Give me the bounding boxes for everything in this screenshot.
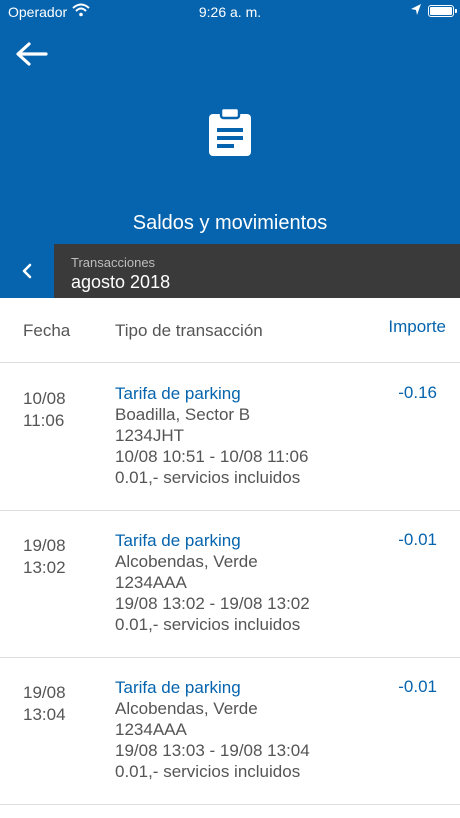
back-arrow-icon[interactable] [14, 40, 50, 68]
transaction-datetime: 10/08 11:06 [23, 388, 66, 432]
transaction-row[interactable]: 19/08 13:04 Tarifa de parking Alcobendas… [0, 658, 460, 805]
transaction-period: 19/08 13:02 - 19/08 13:02 [115, 594, 310, 613]
transaction-time: 11:06 [23, 411, 65, 430]
transaction-fee: 0.01,- servicios incluidos [115, 615, 301, 634]
column-importe-sort[interactable]: Importe [388, 317, 446, 337]
transaction-period: 19/08 13:03 - 19/08 13:04 [115, 741, 310, 760]
transaction-location: Boadilla, Sector B [115, 405, 251, 424]
table-header: Fecha Tipo de transacción Importe [0, 298, 460, 363]
page-title: Saldos y movimientos [132, 212, 328, 234]
transaction-type: Tarifa de parking [115, 678, 241, 697]
transaction-row[interactable]: 10/08 11:06 Tarifa de parking Boadilla, … [0, 364, 460, 511]
column-tipo: Tipo de transacción [115, 321, 263, 340]
transaction-period: 10/08 10:51 - 10/08 11:06 [115, 447, 309, 466]
transaction-date: 19/08 [23, 683, 66, 702]
transaction-plate: 1234AAA [115, 573, 187, 592]
transaction-type: Tarifa de parking [115, 531, 241, 550]
battery-icon [428, 5, 457, 17]
transaction-date: 10/08 [23, 389, 66, 408]
transaction-details: Tarifa de parking Alcobendas, Verde 1234… [115, 677, 310, 782]
period-display: Transacciones agosto 2018 [54, 244, 460, 298]
transaction-location: Alcobendas, Verde [115, 552, 258, 571]
clipboard-icon [207, 106, 253, 158]
period-value: agosto 2018 [71, 272, 171, 292]
transaction-details: Tarifa de parking Alcobendas, Verde 1234… [115, 530, 310, 635]
column-fecha: Fecha [23, 321, 71, 340]
transaction-fee: 0.01,- servicios incluidos [115, 762, 301, 781]
transaction-plate: 1234JHT [115, 426, 184, 445]
transaction-amount: -0.01 [398, 677, 437, 696]
transaction-details: Tarifa de parking Boadilla, Sector B 123… [115, 383, 308, 488]
chevron-left-icon [22, 263, 32, 279]
transaction-time: 13:02 [23, 558, 66, 577]
location-arrow-icon [410, 3, 422, 20]
period-selector: Transacciones agosto 2018 [0, 244, 460, 298]
transaction-plate: 1234AAA [115, 720, 187, 739]
transaction-type: Tarifa de parking [115, 384, 241, 403]
transaction-row[interactable]: 19/08 13:02 Tarifa de parking Alcobendas… [0, 511, 460, 658]
transaction-fee: 0.01,- servicios incluidos [115, 468, 301, 487]
transaction-amount: -0.01 [398, 530, 437, 549]
transaction-location: Alcobendas, Verde [115, 699, 258, 718]
page-header: Saldos y movimientos [0, 24, 460, 244]
previous-period-button[interactable] [0, 244, 54, 298]
clock: 9:26 a. m. [198, 4, 262, 20]
period-label: Transacciones [71, 255, 156, 270]
transaction-datetime: 19/08 13:02 [23, 535, 66, 579]
status-bar: Operador 9:26 a. m. [0, 0, 460, 24]
transaction-time: 13:04 [23, 705, 66, 724]
transaction-amount: -0.16 [398, 383, 437, 402]
transaction-datetime: 19/08 13:04 [23, 682, 66, 726]
transaction-date: 19/08 [23, 536, 66, 555]
